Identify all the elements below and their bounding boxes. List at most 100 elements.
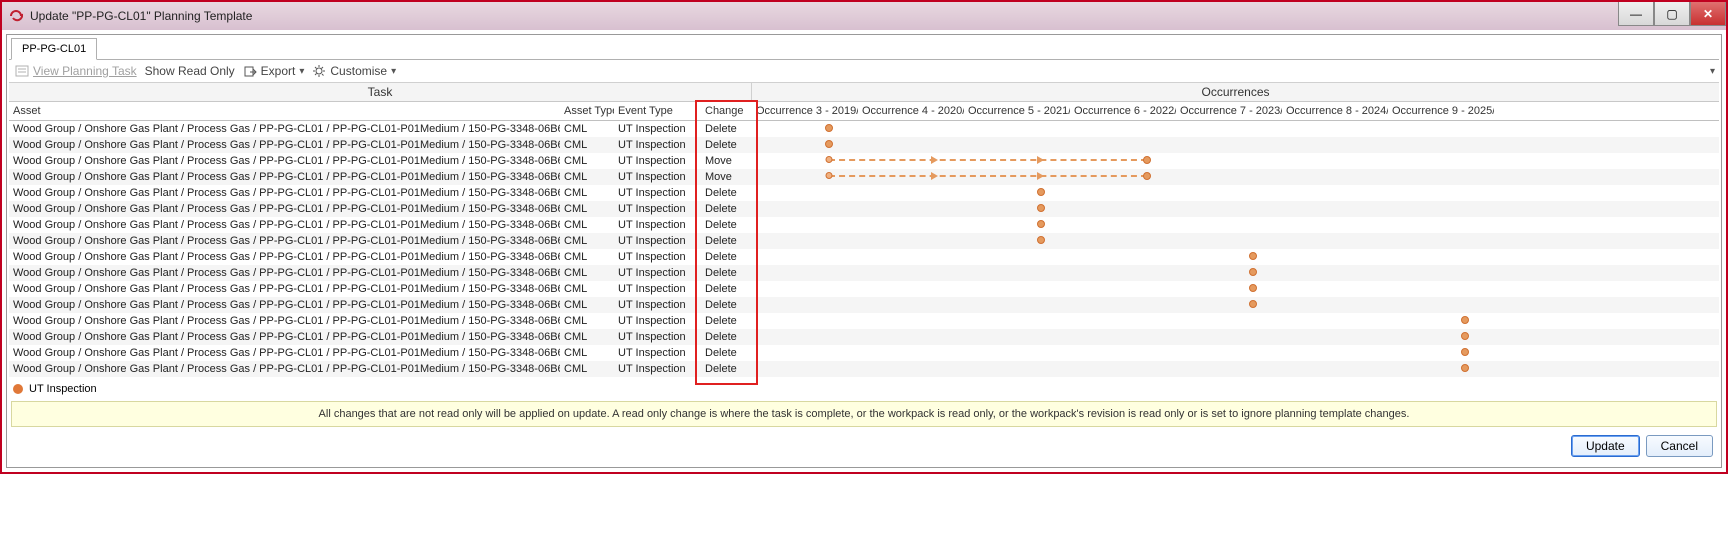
legend-color-icon xyxy=(13,384,23,394)
cell-occurrences xyxy=(752,297,1719,313)
col-change[interactable]: Change xyxy=(701,102,752,120)
col-occ-4[interactable]: Occurrence 4 - 2020/Jan xyxy=(858,102,964,120)
col-occ-5[interactable]: Occurrence 5 - 2021/Jan xyxy=(964,102,1070,120)
cell-asset-type: CML xyxy=(560,123,614,135)
col-asset-type[interactable]: Asset Type xyxy=(560,102,614,120)
cell-change: Delete xyxy=(701,219,752,231)
cell-occurrences xyxy=(752,153,1719,169)
cell-asset: Wood Group / Onshore Gas Plant / Process… xyxy=(9,363,560,375)
cell-asset-type: CML xyxy=(560,219,614,231)
cell-asset: Wood Group / Onshore Gas Plant / Process… xyxy=(9,347,560,359)
cell-change: Move xyxy=(701,171,752,183)
cell-event-type: UT Inspection xyxy=(614,267,701,279)
col-occ-3[interactable]: Occurrence 3 - 2019/Jan xyxy=(752,102,858,120)
col-occ-6[interactable]: Occurrence 6 - 2022/Jan xyxy=(1070,102,1176,120)
cell-occurrences xyxy=(752,329,1719,345)
dialog-window: Update "PP-PG-CL01" Planning Template — … xyxy=(0,0,1728,474)
table-row[interactable]: Wood Group / Onshore Gas Plant / Process… xyxy=(9,249,1719,265)
table-row[interactable]: Wood Group / Onshore Gas Plant / Process… xyxy=(9,313,1719,329)
export-icon xyxy=(243,64,257,78)
col-event-type[interactable]: Event Type xyxy=(614,102,701,120)
cell-asset-type: CML xyxy=(560,235,614,247)
cell-change: Delete xyxy=(701,363,752,375)
tab-pp-pg-cl01[interactable]: PP-PG-CL01 xyxy=(11,38,97,60)
occurrence-dot xyxy=(1037,188,1045,196)
table-row[interactable]: Wood Group / Onshore Gas Plant / Process… xyxy=(9,169,1719,185)
occurrence-dot xyxy=(1037,204,1045,212)
table-row[interactable]: Wood Group / Onshore Gas Plant / Process… xyxy=(9,217,1719,233)
cell-change: Delete xyxy=(701,139,752,151)
update-button[interactable]: Update xyxy=(1571,435,1640,457)
table-row[interactable]: Wood Group / Onshore Gas Plant / Process… xyxy=(9,329,1719,345)
cell-change: Delete xyxy=(701,315,752,327)
cell-event-type: UT Inspection xyxy=(614,235,701,247)
table-row[interactable]: Wood Group / Onshore Gas Plant / Process… xyxy=(9,153,1719,169)
cell-event-type: UT Inspection xyxy=(614,347,701,359)
table-row[interactable]: Wood Group / Onshore Gas Plant / Process… xyxy=(9,345,1719,361)
cell-asset-type: CML xyxy=(560,347,614,359)
window-title: Update "PP-PG-CL01" Planning Template xyxy=(30,9,252,23)
cell-event-type: UT Inspection xyxy=(614,315,701,327)
cell-asset: Wood Group / Onshore Gas Plant / Process… xyxy=(9,155,560,167)
toolbar: View Planning Task Show Read Only Export… xyxy=(9,60,1719,83)
cancel-button[interactable]: Cancel xyxy=(1646,435,1713,457)
col-occ-8[interactable]: Occurrence 8 - 2024/Jan xyxy=(1282,102,1388,120)
cell-change: Move xyxy=(701,155,752,167)
occurrence-dot xyxy=(1461,364,1469,372)
occurrence-dot xyxy=(1461,316,1469,324)
table-row[interactable]: Wood Group / Onshore Gas Plant / Process… xyxy=(9,137,1719,153)
occurrence-dot xyxy=(1249,268,1257,276)
table-row[interactable]: Wood Group / Onshore Gas Plant / Process… xyxy=(9,201,1719,217)
maximize-button[interactable]: ▢ xyxy=(1654,2,1690,26)
cell-asset: Wood Group / Onshore Gas Plant / Process… xyxy=(9,171,560,183)
cell-event-type: UT Inspection xyxy=(614,299,701,311)
toolbar-overflow-button[interactable]: ▾ xyxy=(1710,66,1715,77)
table-row[interactable]: Wood Group / Onshore Gas Plant / Process… xyxy=(9,297,1719,313)
col-occ-9[interactable]: Occurrence 9 - 2025/Jan xyxy=(1388,102,1494,120)
table-row[interactable]: Wood Group / Onshore Gas Plant / Process… xyxy=(9,281,1719,297)
cell-occurrences xyxy=(752,265,1719,281)
cell-occurrences xyxy=(752,249,1719,265)
cell-asset-type: CML xyxy=(560,331,614,343)
show-read-only-button[interactable]: Show Read Only xyxy=(145,64,235,78)
col-occ-7[interactable]: Occurrence 7 - 2023/Jan xyxy=(1176,102,1282,120)
cell-asset-type: CML xyxy=(560,315,614,327)
close-button[interactable]: ✕ xyxy=(1690,2,1726,26)
table-row[interactable]: Wood Group / Onshore Gas Plant / Process… xyxy=(9,185,1719,201)
minimize-button[interactable]: — xyxy=(1618,2,1654,26)
table-row[interactable]: Wood Group / Onshore Gas Plant / Process… xyxy=(9,121,1719,137)
occurrence-dot xyxy=(1143,156,1151,164)
move-arrow-icon xyxy=(931,172,938,180)
col-asset[interactable]: Asset xyxy=(9,102,560,120)
occurrence-dot xyxy=(1249,300,1257,308)
cell-asset: Wood Group / Onshore Gas Plant / Process… xyxy=(9,235,560,247)
info-bar: All changes that are not read only will … xyxy=(11,401,1717,427)
cell-event-type: UT Inspection xyxy=(614,139,701,151)
table-row[interactable]: Wood Group / Onshore Gas Plant / Process… xyxy=(9,265,1719,281)
export-button[interactable]: Export xyxy=(243,64,305,78)
cell-change: Delete xyxy=(701,299,752,311)
app-icon xyxy=(8,8,24,24)
occurrence-dot xyxy=(1461,332,1469,340)
occurrence-dot xyxy=(1461,348,1469,356)
cell-asset-type: CML xyxy=(560,251,614,263)
move-arrow-icon xyxy=(1037,172,1044,180)
table-row[interactable]: Wood Group / Onshore Gas Plant / Process… xyxy=(9,361,1719,377)
customise-button[interactable]: Customise xyxy=(312,64,396,78)
cell-occurrences xyxy=(752,137,1719,153)
group-header-task: Task xyxy=(9,83,752,101)
cell-change: Delete xyxy=(701,187,752,199)
cell-occurrences xyxy=(752,121,1719,137)
cell-occurrences xyxy=(752,185,1719,201)
cell-event-type: UT Inspection xyxy=(614,203,701,215)
cell-occurrences xyxy=(752,361,1719,377)
cell-asset-type: CML xyxy=(560,363,614,375)
cell-event-type: UT Inspection xyxy=(614,283,701,295)
cell-asset-type: CML xyxy=(560,283,614,295)
occurrence-dot xyxy=(1037,220,1045,228)
cell-occurrences xyxy=(752,233,1719,249)
titlebar[interactable]: Update "PP-PG-CL01" Planning Template — … xyxy=(2,2,1726,30)
table-row[interactable]: Wood Group / Onshore Gas Plant / Process… xyxy=(9,233,1719,249)
cell-asset: Wood Group / Onshore Gas Plant / Process… xyxy=(9,331,560,343)
cell-asset: Wood Group / Onshore Gas Plant / Process… xyxy=(9,219,560,231)
